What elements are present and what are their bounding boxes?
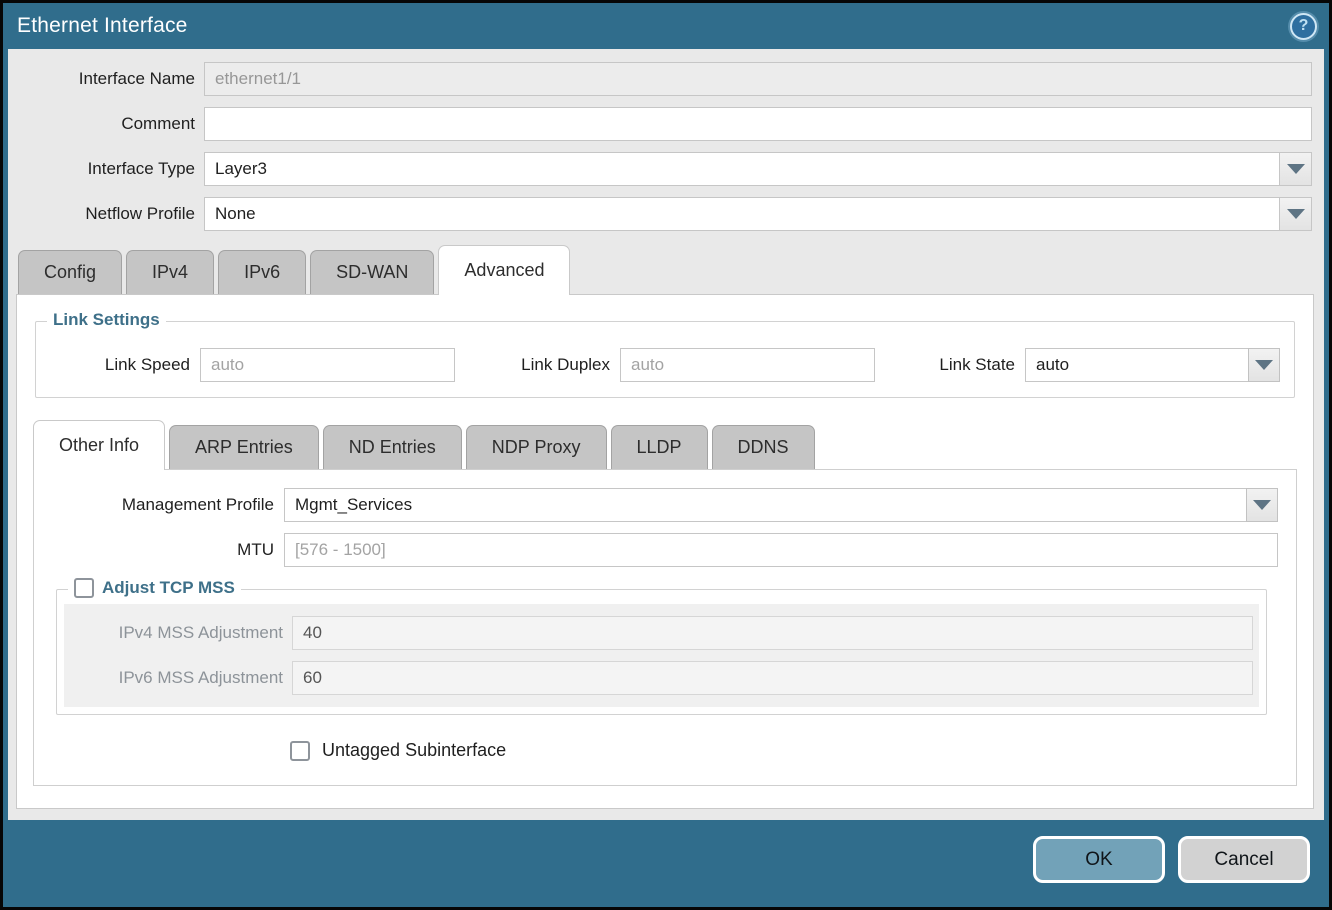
link-duplex-group: Link Duplex (470, 348, 875, 382)
interface-type-select[interactable] (204, 152, 1312, 186)
netflow-profile-select[interactable] (204, 197, 1312, 231)
tab-lldp[interactable]: LLDP (611, 425, 708, 469)
tab-nd-entries[interactable]: ND Entries (323, 425, 462, 469)
interface-type-label: Interface Type (8, 159, 204, 179)
adjust-tcp-mss-checkbox[interactable] (74, 578, 94, 598)
ipv4-mss-label: IPv4 MSS Adjustment (64, 623, 292, 643)
link-state-label: Link State (890, 355, 1025, 375)
mtu-label: MTU (34, 540, 284, 560)
tab-ipv6[interactable]: IPv6 (218, 250, 306, 294)
interface-type-row: Interface Type (8, 152, 1312, 186)
tab-ddns[interactable]: DDNS (712, 425, 815, 469)
ipv4-mss-row: IPv4 MSS Adjustment (64, 616, 1259, 650)
untagged-subinterface-label: Untagged Subinterface (322, 740, 506, 761)
link-state-select[interactable] (1025, 348, 1280, 382)
comment-input[interactable] (204, 107, 1312, 141)
help-icon[interactable]: ? (1290, 13, 1317, 40)
ipv6-mss-input (292, 661, 1253, 695)
ipv6-mss-label: IPv6 MSS Adjustment (64, 668, 292, 688)
link-state-dropdown-button[interactable] (1248, 348, 1280, 382)
link-settings-fieldset: Link Settings Link Speed Link Duplex (35, 321, 1295, 398)
tab-ipv4[interactable]: IPv4 (126, 250, 214, 294)
tab-advanced[interactable]: Advanced (438, 245, 570, 295)
tab-sd-wan[interactable]: SD-WAN (310, 250, 434, 294)
link-state-group: Link State (890, 348, 1280, 382)
adjust-tcp-mss-legend: Adjust TCP MSS (68, 578, 241, 598)
link-settings-legend: Link Settings (47, 310, 166, 330)
ok-button[interactable]: OK (1033, 836, 1165, 883)
netflow-profile-dropdown-button[interactable] (1279, 198, 1311, 230)
chevron-down-icon (1287, 164, 1305, 174)
mtu-input[interactable] (284, 533, 1278, 567)
untagged-subinterface-checkbox[interactable] (290, 741, 310, 761)
interface-name-label: Interface Name (8, 69, 204, 89)
management-profile-label: Management Profile (34, 495, 284, 515)
cancel-button[interactable]: Cancel (1178, 836, 1310, 883)
untagged-subinterface-row: Untagged Subinterface (290, 740, 1278, 761)
management-profile-select[interactable] (284, 488, 1278, 522)
adjust-tcp-mss-fieldset: Adjust TCP MSS IPv4 MSS Adjustment IPv6 … (56, 589, 1267, 715)
tab-ndp-proxy[interactable]: NDP Proxy (466, 425, 607, 469)
dialog-title: Ethernet Interface (17, 14, 188, 38)
interface-name-input (204, 62, 1312, 96)
main-tab-bar: Config IPv4 IPv6 SD-WAN Advanced (8, 245, 1324, 294)
tab-arp-entries[interactable]: ARP Entries (169, 425, 319, 469)
ipv6-mss-row: IPv6 MSS Adjustment (64, 661, 1259, 695)
netflow-profile-row: Netflow Profile (8, 197, 1312, 231)
interface-type-dropdown-button[interactable] (1279, 153, 1311, 185)
title-bar: Ethernet Interface ? (3, 3, 1329, 49)
ipv4-mss-input (292, 616, 1253, 650)
dialog-footer: OK Cancel (3, 820, 1329, 907)
mtu-row: MTU (34, 533, 1278, 567)
mss-disabled-block: IPv4 MSS Adjustment IPv6 MSS Adjustment (64, 604, 1259, 707)
tab-other-info[interactable]: Other Info (33, 420, 165, 470)
management-profile-row: Management Profile (34, 488, 1278, 522)
chevron-down-icon (1255, 360, 1273, 370)
link-duplex-label: Link Duplex (470, 355, 620, 375)
ethernet-interface-dialog: Ethernet Interface ? Interface Name Comm… (0, 0, 1332, 910)
comment-row: Comment (8, 107, 1312, 141)
link-speed-input[interactable] (200, 348, 455, 382)
comment-label: Comment (8, 114, 204, 134)
link-speed-label: Link Speed (50, 355, 200, 375)
chevron-down-icon (1253, 500, 1271, 510)
inner-tab-bar: Other Info ARP Entries ND Entries NDP Pr… (33, 420, 1297, 469)
management-profile-dropdown-button[interactable] (1246, 488, 1278, 522)
interface-name-row: Interface Name (8, 62, 1312, 96)
chevron-down-icon (1287, 209, 1305, 219)
link-duplex-input[interactable] (620, 348, 875, 382)
link-settings-legend-text: Link Settings (53, 310, 160, 330)
dialog-body: Interface Name Comment Interface Type Ne… (8, 49, 1324, 820)
other-info-panel: Management Profile MTU (33, 469, 1297, 786)
tab-config[interactable]: Config (18, 250, 122, 294)
advanced-tab-panel: Link Settings Link Speed Link Duplex (16, 294, 1314, 809)
adjust-tcp-mss-legend-text: Adjust TCP MSS (102, 578, 235, 598)
netflow-profile-label: Netflow Profile (8, 204, 204, 224)
link-speed-group: Link Speed (50, 348, 455, 382)
